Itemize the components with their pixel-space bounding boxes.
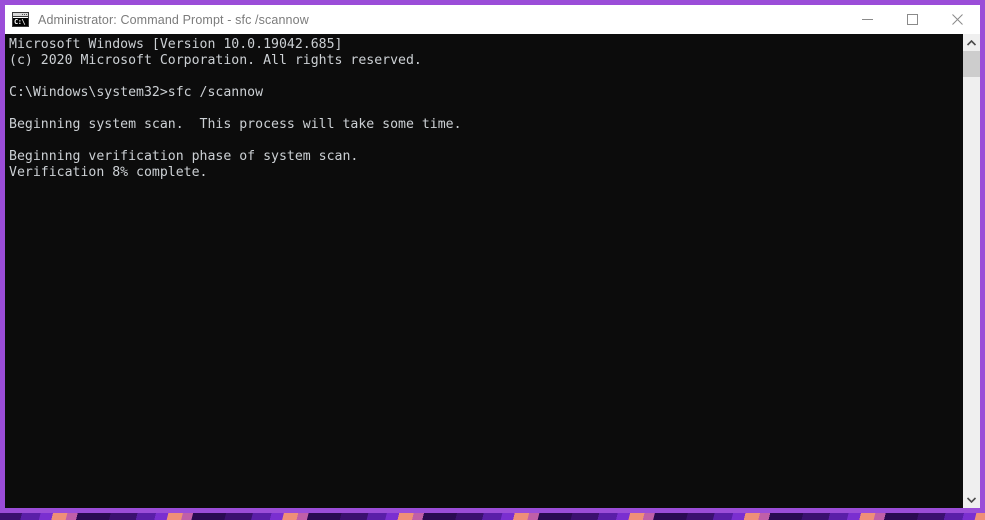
scrollbar-down-button[interactable] (963, 491, 980, 508)
close-icon (952, 14, 963, 25)
cmd-icon-dots (22, 14, 27, 15)
console-output-area[interactable]: Microsoft Windows [Version 10.0.19042.68… (5, 34, 980, 508)
scrollbar-thumb[interactable] (963, 51, 980, 77)
chevron-up-icon (967, 39, 976, 46)
scrollbar-up-button[interactable] (963, 34, 980, 51)
console-text: Microsoft Windows [Version 10.0.19042.68… (9, 37, 462, 180)
scrollbar-track[interactable] (963, 51, 980, 491)
window-title: Administrator: Command Prompt - sfc /sca… (38, 12, 309, 27)
cmd-icon[interactable]: C:\ (12, 12, 29, 27)
cmd-icon-glyph: C:\ (13, 18, 28, 26)
window-titlebar[interactable]: C:\ Administrator: Command Prompt - sfc … (5, 5, 980, 34)
window-controls (845, 5, 980, 34)
minimize-icon (862, 19, 873, 20)
close-button[interactable] (935, 5, 980, 34)
command-prompt-window: C:\ Administrator: Command Prompt - sfc … (0, 0, 985, 513)
minimize-button[interactable] (845, 5, 890, 34)
cmd-icon-titlebar (13, 13, 28, 17)
maximize-button[interactable] (890, 5, 935, 34)
maximize-icon (907, 14, 918, 25)
vertical-scrollbar[interactable] (963, 34, 980, 508)
chevron-down-icon (967, 496, 976, 503)
